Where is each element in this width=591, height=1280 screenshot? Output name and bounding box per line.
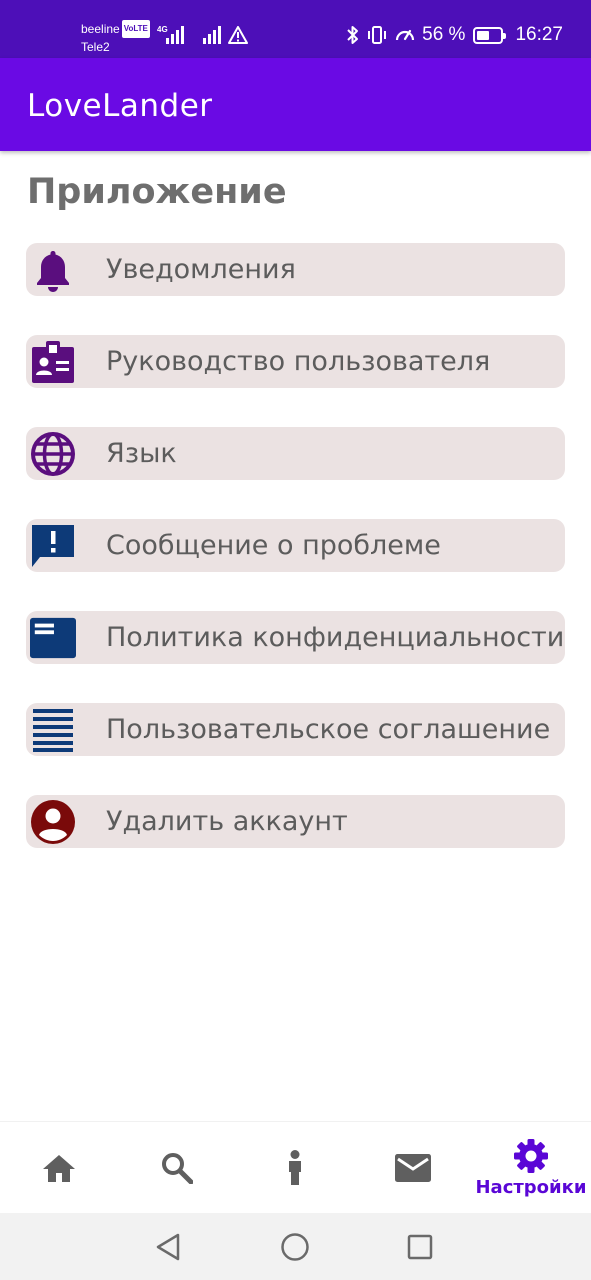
- menu-label-notifications: Уведомления: [106, 254, 296, 285]
- battery-icon: [473, 26, 507, 44]
- battery-percent: 56 %: [422, 24, 466, 45]
- menu-label-user-guide: Руководство пользователя: [106, 346, 491, 377]
- system-navigation-bar: [0, 1213, 591, 1280]
- nav-home[interactable]: [0, 1122, 118, 1214]
- menu-item-language[interactable]: Язык: [26, 427, 565, 480]
- app-bar: LoveLander: [0, 58, 591, 151]
- id-badge-icon: [30, 339, 76, 385]
- menu-label-report-problem: Сообщение о проблеме: [106, 530, 441, 561]
- bottom-navigation: Настройки: [0, 1121, 591, 1213]
- menu-label-privacy-policy: Политика конфиденциальности: [106, 622, 565, 653]
- nav-profile[interactable]: [236, 1122, 354, 1214]
- carrier-1: beeline: [81, 22, 120, 36]
- volte-badge: VoLTE: [121, 20, 150, 38]
- menu-item-delete-account[interactable]: Удалить аккаунт: [26, 795, 565, 848]
- search-icon: [162, 1153, 193, 1184]
- menu-item-notifications[interactable]: Уведомления: [26, 243, 565, 296]
- home-icon: [43, 1155, 75, 1182]
- app-title: LoveLander: [27, 88, 213, 124]
- person-icon: [289, 1150, 301, 1185]
- home-button[interactable]: [279, 1231, 311, 1263]
- back-button[interactable]: [152, 1231, 184, 1263]
- menu-item-user-agreement[interactable]: Пользовательское соглашение: [26, 703, 565, 756]
- nav-search[interactable]: [118, 1122, 236, 1214]
- globe-icon: [30, 431, 76, 477]
- recents-square-icon: [407, 1234, 433, 1260]
- home-circle-icon: [281, 1233, 309, 1261]
- menu-item-user-guide[interactable]: Руководство пользователя: [26, 335, 565, 388]
- bluetooth-icon: [347, 26, 359, 44]
- menu-label-user-agreement: Пользовательское соглашение: [106, 714, 551, 745]
- menu-item-report-problem[interactable]: Сообщение о проблеме: [26, 519, 565, 572]
- policy-card-icon: [30, 615, 76, 661]
- carrier-info: beeline VoLTE Tele2: [81, 20, 150, 56]
- gear-icon: [514, 1138, 548, 1173]
- nav-settings[interactable]: Настройки: [472, 1122, 590, 1214]
- bell-icon: [30, 247, 76, 293]
- mail-icon: [395, 1154, 431, 1182]
- report-message-icon: [30, 523, 76, 569]
- section-title: Приложение: [27, 172, 287, 212]
- speedometer-icon: [396, 29, 415, 41]
- nav-messages[interactable]: [354, 1122, 472, 1214]
- account-circle-icon: [30, 799, 76, 845]
- recents-button[interactable]: [404, 1231, 436, 1263]
- agreement-lines-icon: [30, 707, 76, 753]
- carrier-2: Tele2: [81, 40, 110, 54]
- signal-icon-2: [203, 24, 225, 44]
- status-bar: beeline VoLTE Tele2 4G 56 % 16:27: [0, 0, 591, 58]
- status-right: 56 % 16:27: [346, 24, 563, 46]
- warning-icon: [228, 26, 248, 44]
- menu-label-language: Язык: [106, 438, 177, 469]
- back-triangle-icon: [156, 1233, 180, 1261]
- clock: 16:27: [515, 24, 563, 45]
- signal-icon: [166, 24, 188, 44]
- vibrate-icon: [368, 26, 387, 44]
- menu-item-privacy-policy[interactable]: Политика конфиденциальности: [26, 611, 565, 664]
- menu-label-delete-account: Удалить аккаунт: [106, 806, 348, 837]
- nav-settings-label: Настройки: [475, 1176, 587, 1198]
